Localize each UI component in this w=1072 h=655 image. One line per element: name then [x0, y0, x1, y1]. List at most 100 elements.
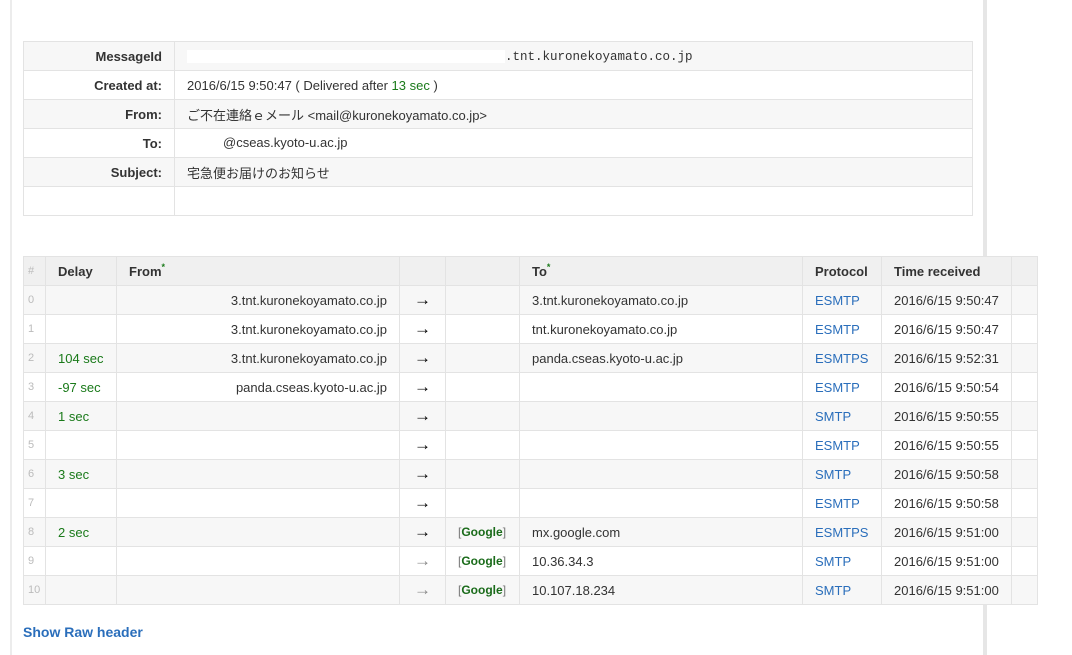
hop-to: panda.cseas.kyoto-u.ac.jp: [519, 343, 803, 373]
arrow-icon: →: [399, 546, 446, 576]
hop-protocol: ESMTPS: [802, 343, 882, 373]
hop-from: [116, 459, 400, 489]
hop-from: 3.tnt.kuronekoyamato.co.jp: [116, 343, 400, 373]
col-header-from-label: From: [129, 263, 162, 279]
subject-value: 宅急便お届けのお知らせ: [174, 157, 973, 187]
messageid-label: MessageId: [23, 41, 175, 71]
hop-number: 3: [23, 372, 46, 402]
hop-from: [116, 575, 400, 605]
hop-from: 3.tnt.kuronekoyamato.co.jp: [116, 314, 400, 344]
table-row: 9 → [Google] 10.36.34.3 SMTP 2016/6/15 9:51:0…: [23, 546, 1038, 576]
hop-delay: [45, 314, 117, 344]
col-header-delay[interactable]: Delay: [45, 256, 117, 286]
created-suffix: ): [429, 77, 438, 93]
hop-protocol: ESMTP: [802, 430, 882, 460]
hop-time: 2016/6/15 9:50:55: [881, 401, 1012, 431]
created-label: Created at:: [23, 70, 175, 100]
hop-number: 5: [23, 430, 46, 460]
to-value: @cseas.kyoto-u.ac.jp: [174, 128, 973, 158]
hop-extra: [1011, 430, 1038, 460]
table-row: 7 → ESMTP 2016/6/15 9:50:58: [23, 488, 1038, 518]
received-hops-table: # Delay From* To* Protocol Time received…: [23, 256, 1038, 605]
summary-row-messageid: MessageId .tnt.kuronekoyamato.co.jp: [23, 41, 973, 71]
hop-tag: [445, 372, 520, 402]
redacted-block: [187, 50, 505, 64]
table-row: 82 sec → [Google] mx.google.com ESMTPS 2016/6…: [23, 517, 1038, 547]
created-time: 2016/6/15 9:50:47 ( Delivered after: [187, 77, 392, 93]
hop-delay: [45, 546, 117, 576]
col-header-tag: [445, 256, 520, 286]
summary-row-to: To: @cseas.kyoto-u.ac.jp: [23, 128, 973, 158]
hop-delay: 3 sec: [45, 459, 117, 489]
to-label: To:: [23, 128, 175, 158]
hop-time: 2016/6/15 9:50:55: [881, 430, 1012, 460]
hop-to: mx.google.com: [519, 517, 803, 547]
hop-extra: [1011, 401, 1038, 431]
delivery-delay: 13 sec: [391, 77, 430, 93]
hop-protocol: ESMTP: [802, 285, 882, 315]
summary-row-subject: Subject: 宅急便お届けのお知らせ: [23, 157, 973, 187]
arrow-icon: →: [399, 459, 446, 489]
hop-to: tnt.kuronekoyamato.co.jp: [519, 314, 803, 344]
hop-from: [116, 488, 400, 518]
arrow-icon: →: [399, 401, 446, 431]
bracket: ]: [502, 583, 507, 597]
hop-time: 2016/6/15 9:52:31: [881, 343, 1012, 373]
hop-number: 1: [23, 314, 46, 344]
google-tag: Google: [461, 525, 503, 539]
table-row: 63 sec → SMTP 2016/6/15 9:50:58: [23, 459, 1038, 489]
arrow-icon: →: [399, 430, 446, 460]
summary-row-from: From: ご不在連絡ｅメール <mail@kuronekoyamato.co.…: [23, 99, 973, 129]
hop-time: 2016/6/15 9:50:58: [881, 488, 1012, 518]
hop-tag: [445, 459, 520, 489]
created-value: 2016/6/15 9:50:47 ( Delivered after 13 s…: [174, 70, 973, 100]
hop-extra: [1011, 285, 1038, 315]
bracket: ]: [502, 554, 507, 568]
hop-extra: [1011, 575, 1038, 605]
hop-protocol: ESMTP: [802, 372, 882, 402]
col-header-to[interactable]: To*: [519, 256, 803, 286]
hop-tag: [445, 343, 520, 373]
hop-number: 6: [23, 459, 46, 489]
hop-extra: [1011, 517, 1038, 547]
col-header-protocol[interactable]: Protocol: [802, 256, 882, 286]
redacted-block: [187, 137, 223, 151]
hop-delay: 2 sec: [45, 517, 117, 547]
hop-to: 10.36.34.3: [519, 546, 803, 576]
hop-tag: [Google]: [445, 517, 520, 547]
col-header-arrow: [399, 256, 446, 286]
hop-number: 9: [23, 546, 46, 576]
arrow-icon: →: [399, 517, 446, 547]
hop-tag: [Google]: [445, 575, 520, 605]
messageid-text: .tnt.kuronekoyamato.co.jp: [505, 50, 693, 64]
hop-tag: [445, 430, 520, 460]
table-row: 10 → [Google] 10.107.18.234 SMTP 2016/6/15 9:…: [23, 575, 1038, 605]
hop-to: [519, 459, 803, 489]
hop-to: 10.107.18.234: [519, 575, 803, 605]
hop-delay: 104 sec: [45, 343, 117, 373]
messageid-value: .tnt.kuronekoyamato.co.jp: [174, 41, 973, 71]
col-header-from[interactable]: From*: [116, 256, 400, 286]
hop-delay: -97 sec: [45, 372, 117, 402]
table-row: 1 3.tnt.kuronekoyamato.co.jp → tnt.kuroneko…: [23, 314, 1038, 344]
hop-extra: [1011, 488, 1038, 518]
hop-number: 7: [23, 488, 46, 518]
hop-protocol: SMTP: [802, 546, 882, 576]
col-header-time[interactable]: Time received: [881, 256, 1012, 286]
hops-header-row: # Delay From* To* Protocol Time received: [23, 256, 1038, 286]
hop-number: 8: [23, 517, 46, 547]
hop-from: [116, 517, 400, 547]
hop-from: [116, 401, 400, 431]
hop-time: 2016/6/15 9:50:54: [881, 372, 1012, 402]
hop-time: 2016/6/15 9:50:58: [881, 459, 1012, 489]
hop-protocol: SMTP: [802, 401, 882, 431]
arrow-icon: →: [399, 343, 446, 373]
arrow-icon: →: [399, 488, 446, 518]
hop-to: [519, 372, 803, 402]
sort-star-icon: *: [161, 261, 166, 272]
show-raw-header-link[interactable]: Show Raw header: [23, 624, 143, 640]
table-row: 5 → ESMTP 2016/6/15 9:50:55: [23, 430, 1038, 460]
google-tag: Google: [461, 554, 503, 568]
hop-time: 2016/6/15 9:51:00: [881, 546, 1012, 576]
table-row: 0 3.tnt.kuronekoyamato.co.jp → 3.tnt.kurone…: [23, 285, 1038, 315]
